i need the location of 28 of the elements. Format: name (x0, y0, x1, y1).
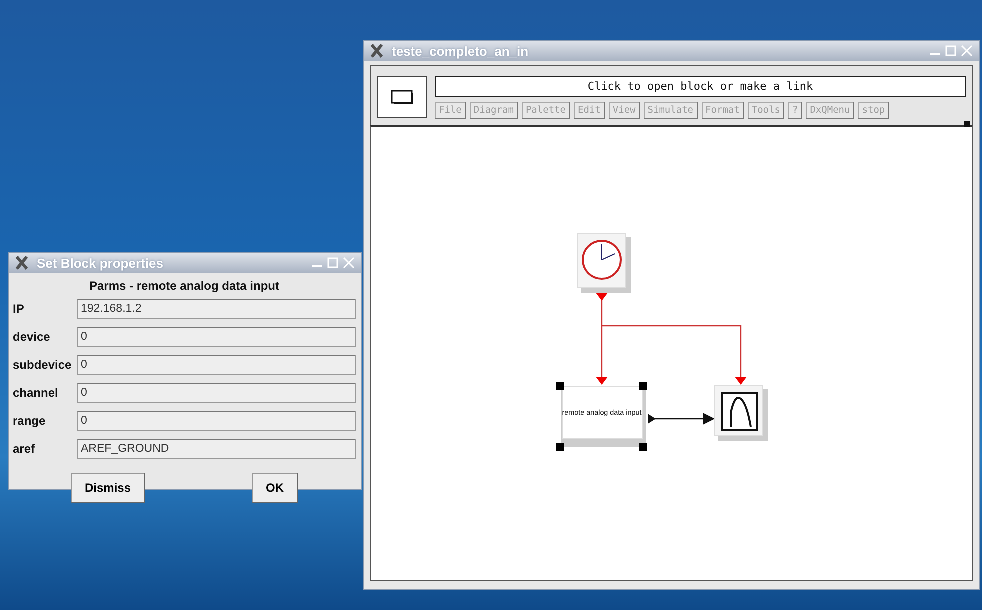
resize-handle-icon[interactable] (964, 121, 970, 127)
x-logo-icon (15, 256, 29, 270)
event-link-arrow[interactable] (596, 299, 608, 385)
dialog-button[interactable]: OK (252, 473, 298, 503)
field-label: subdevice (13, 358, 73, 372)
input-field[interactable]: 0 (77, 411, 356, 431)
event-link-arrow[interactable] (602, 325, 747, 385)
field-label: channel (13, 386, 60, 400)
input-field[interactable]: 0 (77, 383, 356, 403)
block-icon[interactable] (377, 76, 427, 118)
dialog-button[interactable]: Dismiss (71, 473, 146, 503)
field-label: device (13, 330, 52, 344)
field-label: IP (13, 302, 26, 316)
window-title: Set Block properties (37, 256, 164, 270)
text-block[interactable] (556, 382, 647, 451)
clock-block[interactable] (578, 234, 631, 301)
window-title: teste_completo_an_in (392, 44, 530, 58)
input-field[interactable]: 0 (77, 355, 356, 375)
input-field[interactable]: 0 (77, 327, 356, 347)
data-link-arrow[interactable] (648, 413, 715, 425)
input-field[interactable]: AREF_GROUND (77, 439, 356, 459)
field-label: range (13, 414, 47, 428)
status-message: Click to open block or make a link (435, 76, 966, 97)
scope-block[interactable] (714, 386, 768, 441)
field-label: aref (13, 442, 36, 456)
x-logo-icon (370, 44, 384, 58)
input-field[interactable]: 192.168.1.2 (77, 299, 356, 319)
dialog-heading: Parms - remote analog data input (88, 278, 281, 295)
